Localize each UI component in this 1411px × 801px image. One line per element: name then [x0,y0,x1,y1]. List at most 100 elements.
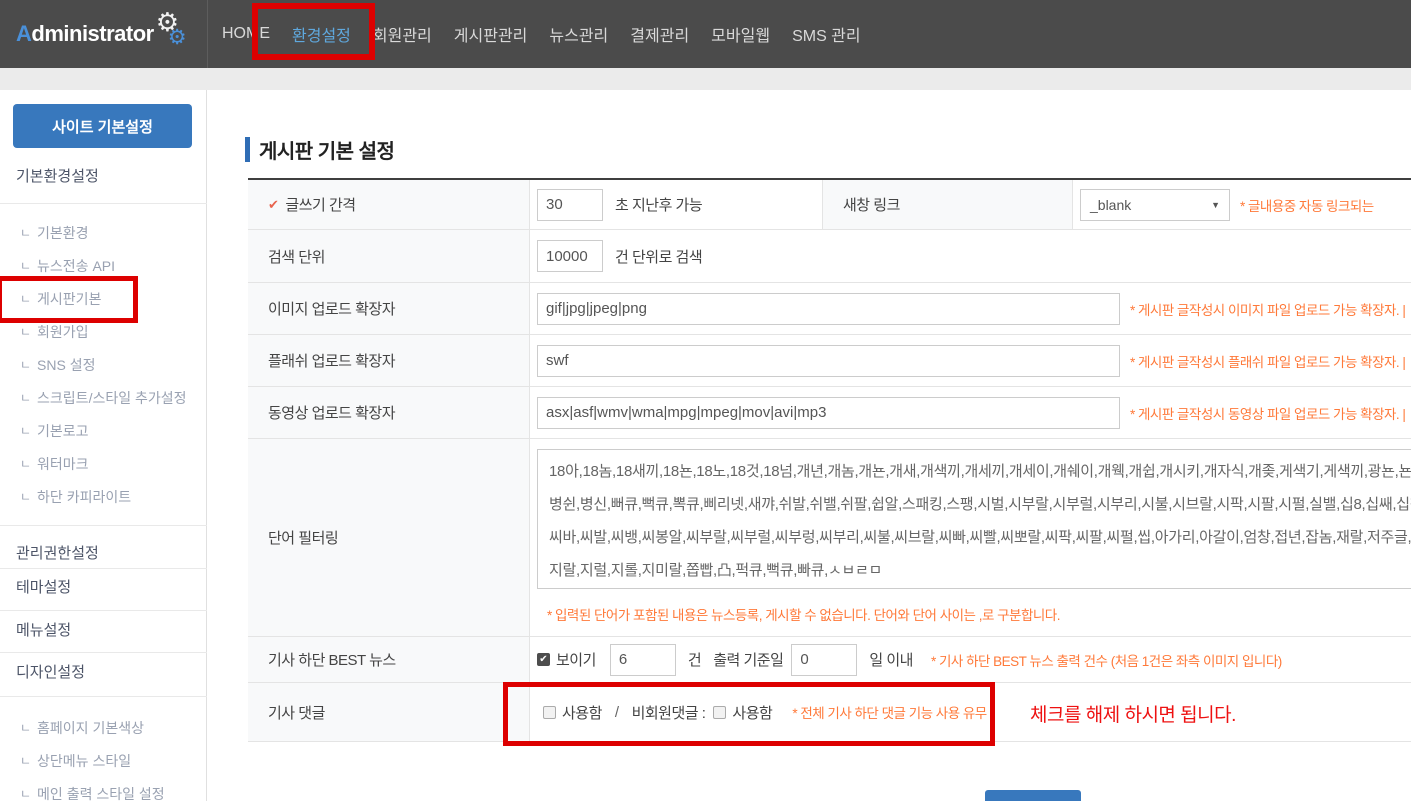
word-filter-line: 병쉰,병신,뻐큐,뻑큐,뽁큐,삐리넷,새꺄,쉬발,쉬밸,쉬팔,쉽알,스패킹,스팽… [549,488,1411,521]
table-row: 검색 단위 건 단위로 검색 [248,230,1411,283]
word-filter-line: 씨바,씨발,씨뱅,씨봉알,씨부랄,씨부럴,씨부렁,씨부리,씨불,씨브랄,씨빠,씨… [549,521,1411,554]
flash-ext-input[interactable] [537,345,1120,377]
sidebar-section-theme[interactable]: 테마설정 [16,577,71,599]
table-row: 플래쉬 업로드 확장자 * 게시판 글작성시 플래쉬 파일 업로드 가능 확장자… [248,335,1411,387]
sidebar-item-label: 상단메뉴 스타일 [37,751,131,771]
branch-icon: ㄴ [20,323,31,340]
logo-text: Administrator [16,21,154,47]
branch-icon: ㄴ [20,785,31,801]
logo-gears: ⚙ ⚙ [154,9,194,59]
nav-item-home[interactable]: HOME [222,25,270,43]
sidebar-item-main-output-style[interactable]: ㄴ메인 출력 스타일 설정 [20,777,165,801]
branch-icon: ㄴ [20,389,31,406]
sidebar-item-sns[interactable]: ㄴSNS 설정 [20,348,95,381]
divider [0,610,207,611]
select-value: _blank [1090,197,1131,213]
separator-text: / [615,704,619,721]
flash-ext-cell: * 게시판 글작성시 플래쉬 파일 업로드 가능 확장자. | [530,335,1411,386]
image-ext-note: * 게시판 글작성시 이미지 파일 업로드 가능 확장자. | [1130,299,1405,319]
nav-item-members[interactable]: 회원관리 [373,22,432,46]
main-content: 게시판 기본 설정 ✔ 글쓰기 간격 초 지난후 가능 새창 링크 _blank… [208,90,1411,801]
flash-ext-label: 플래쉬 업로드 확장자 [248,335,530,386]
image-ext-input[interactable] [537,293,1120,325]
logo-rest: dministrator [31,21,153,46]
sidebar-item-script-style[interactable]: ㄴ스크립트/스타일 추가설정 [20,381,187,414]
check-icon: ✔ [539,655,547,665]
new-window-link-select[interactable]: _blank ▼ [1080,189,1230,221]
best-news-count-input[interactable] [610,644,676,676]
guest-comment-label: 비회원댓글 : [632,702,706,723]
video-ext-label: 동영상 업로드 확장자 [248,387,530,438]
sidebar-item-label: 기본환경 [37,223,89,243]
write-interval-suffix: 초 지난후 가능 [615,194,702,215]
best-news-basis-label: 출력 기준일 [713,649,783,670]
site-basic-settings-button[interactable]: 사이트 기본설정 [13,104,192,148]
title-accent-bar [245,137,250,162]
table-row: 기사 하단 BEST 뉴스 ✔ 보이기 건 출력 기준일 일 이내 * 기사 하… [248,637,1411,683]
nav-item-settings[interactable]: 환경설정 [292,22,351,46]
sidebar-item-homepage-colors[interactable]: ㄴ홈페이지 기본색상 [20,711,144,744]
word-filter-line: 지랄,지럴,지롤,지미랄,쫍빱,凸,퍽큐,뻑큐,빠큐,ㅅㅂㄹㅁ [549,554,1411,587]
best-news-note: * 기사 하단 BEST 뉴스 출력 건수 (처음 1건은 좌측 이미지 입니다… [931,650,1282,670]
search-unit-cell: 건 단위로 검색 [530,230,1411,282]
branch-icon: ㄴ [20,257,31,274]
divider [0,568,207,569]
sidebar-item-label: 기본로고 [37,421,89,441]
save-button[interactable] [985,790,1081,801]
sidebar-item-board-basic[interactable]: ㄴ게시판기본 [20,282,101,315]
image-ext-label: 이미지 업로드 확장자 [248,283,530,334]
sidebar: 사이트 기본설정 기본환경설정 ㄴ 기본환경 ㄴ 뉴스전송 API ㄴ게시판기본 ㄴ… [0,90,207,801]
app-header: Administrator ⚙ ⚙ HOME 환경설정 회원관리 게시판관리 뉴… [0,0,1411,68]
sidebar-item-signup[interactable]: ㄴ 회원가입 [20,315,89,348]
new-window-link-cell: _blank ▼ * 글내용중 자동 링크되는 [1073,180,1411,229]
video-ext-input[interactable] [537,397,1120,429]
branch-icon: ㄴ [20,752,31,769]
article-comment-cell: 사용함 / 비회원댓글 : 사용함 * 전체 기사 하단 댓글 기능 사용 유무 [530,683,1411,741]
sidebar-section-menu[interactable]: 메뉴설정 [16,620,71,642]
comment-use-label: 사용함 [562,702,602,723]
sidebar-item-footer-copyright[interactable]: ㄴ하단 카피라이트 [20,480,131,513]
sidebar-item-watermark[interactable]: ㄴ워터마크 [20,447,89,480]
word-filter-textarea[interactable]: 18아,18놈,18새끼,18뇬,18노,18것,18넘,개년,개놈,개뇬,개새… [537,449,1411,589]
word-filter-note: * 입력된 단어가 포함된 내용은 뉴스등록, 게시할 수 없습니다. 단어와 … [547,604,1060,624]
label-text: 기사 댓글 [268,702,325,723]
word-filter-label: 단어 필터링 [248,439,530,636]
nav-item-boards[interactable]: 게시판관리 [454,22,528,46]
label-text: 단어 필터링 [268,527,338,548]
write-interval-input[interactable] [537,189,603,221]
page-title-text: 게시판 기본 설정 [259,135,394,164]
sidebar-item-label: 회원가입 [37,322,89,342]
sidebar-section-admin-rights[interactable]: 관리권한설정 [16,523,99,565]
label-text: 동영상 업로드 확장자 [268,402,395,423]
sidebar-item-basic-env[interactable]: ㄴ 기본환경 [20,216,89,249]
nav-item-news[interactable]: 뉴스관리 [549,22,608,46]
label-text: 플래쉬 업로드 확장자 [268,350,395,371]
gear-filled-icon: ⚙ [168,27,187,48]
nav-item-payments[interactable]: 결제관리 [630,22,689,46]
video-ext-note: * 게시판 글작성시 동영상 파일 업로드 가능 확장자. | [1130,403,1405,423]
sidebar-section-design[interactable]: 디자인설정 [16,662,85,684]
search-unit-input[interactable] [537,240,603,272]
sidebar-item-basic-logo[interactable]: ㄴ기본로고 [20,414,89,447]
flash-ext-note: * 게시판 글작성시 플래쉬 파일 업로드 가능 확장자. | [1130,351,1405,371]
table-row: 이미지 업로드 확장자 * 게시판 글작성시 이미지 파일 업로드 가능 확장자… [248,283,1411,335]
best-news-days-input[interactable] [791,644,857,676]
word-filter-cell: 18아,18놈,18새끼,18뇬,18노,18것,18넘,개년,개놈,개뇬,개새… [530,439,1411,636]
branch-icon: ㄴ [20,224,31,241]
label-text: 새창 링크 [843,194,900,215]
sidebar-item-news-api[interactable]: ㄴ 뉴스전송 API [20,249,115,282]
label-text: 기사 하단 BEST 뉴스 [268,649,396,670]
article-comment-note: * 전체 기사 하단 댓글 기능 사용 유무 [792,702,986,722]
nav-item-mobile[interactable]: 모바일웹 [711,22,770,46]
new-window-link-note: * 글내용중 자동 링크되는 [1240,195,1374,215]
comment-use-checkbox[interactable] [543,706,556,719]
sidebar-item-label: 하단 카피라이트 [37,487,131,507]
sidebar-item-topmenu-style[interactable]: ㄴ 상단메뉴 스타일 [20,744,131,777]
best-news-show-checkbox[interactable]: ✔ [537,653,550,666]
nav-item-sms[interactable]: SMS 관리 [792,22,861,46]
guest-comment-use-label: 사용함 [732,702,772,723]
table-row: 동영상 업로드 확장자 * 게시판 글작성시 동영상 파일 업로드 가능 확장자… [248,387,1411,439]
guest-comment-use-checkbox[interactable] [713,706,726,719]
sidebar-section-basic-env[interactable]: 기본환경설정 [16,166,99,188]
sidebar-item-label: 뉴스전송 API [37,256,115,276]
